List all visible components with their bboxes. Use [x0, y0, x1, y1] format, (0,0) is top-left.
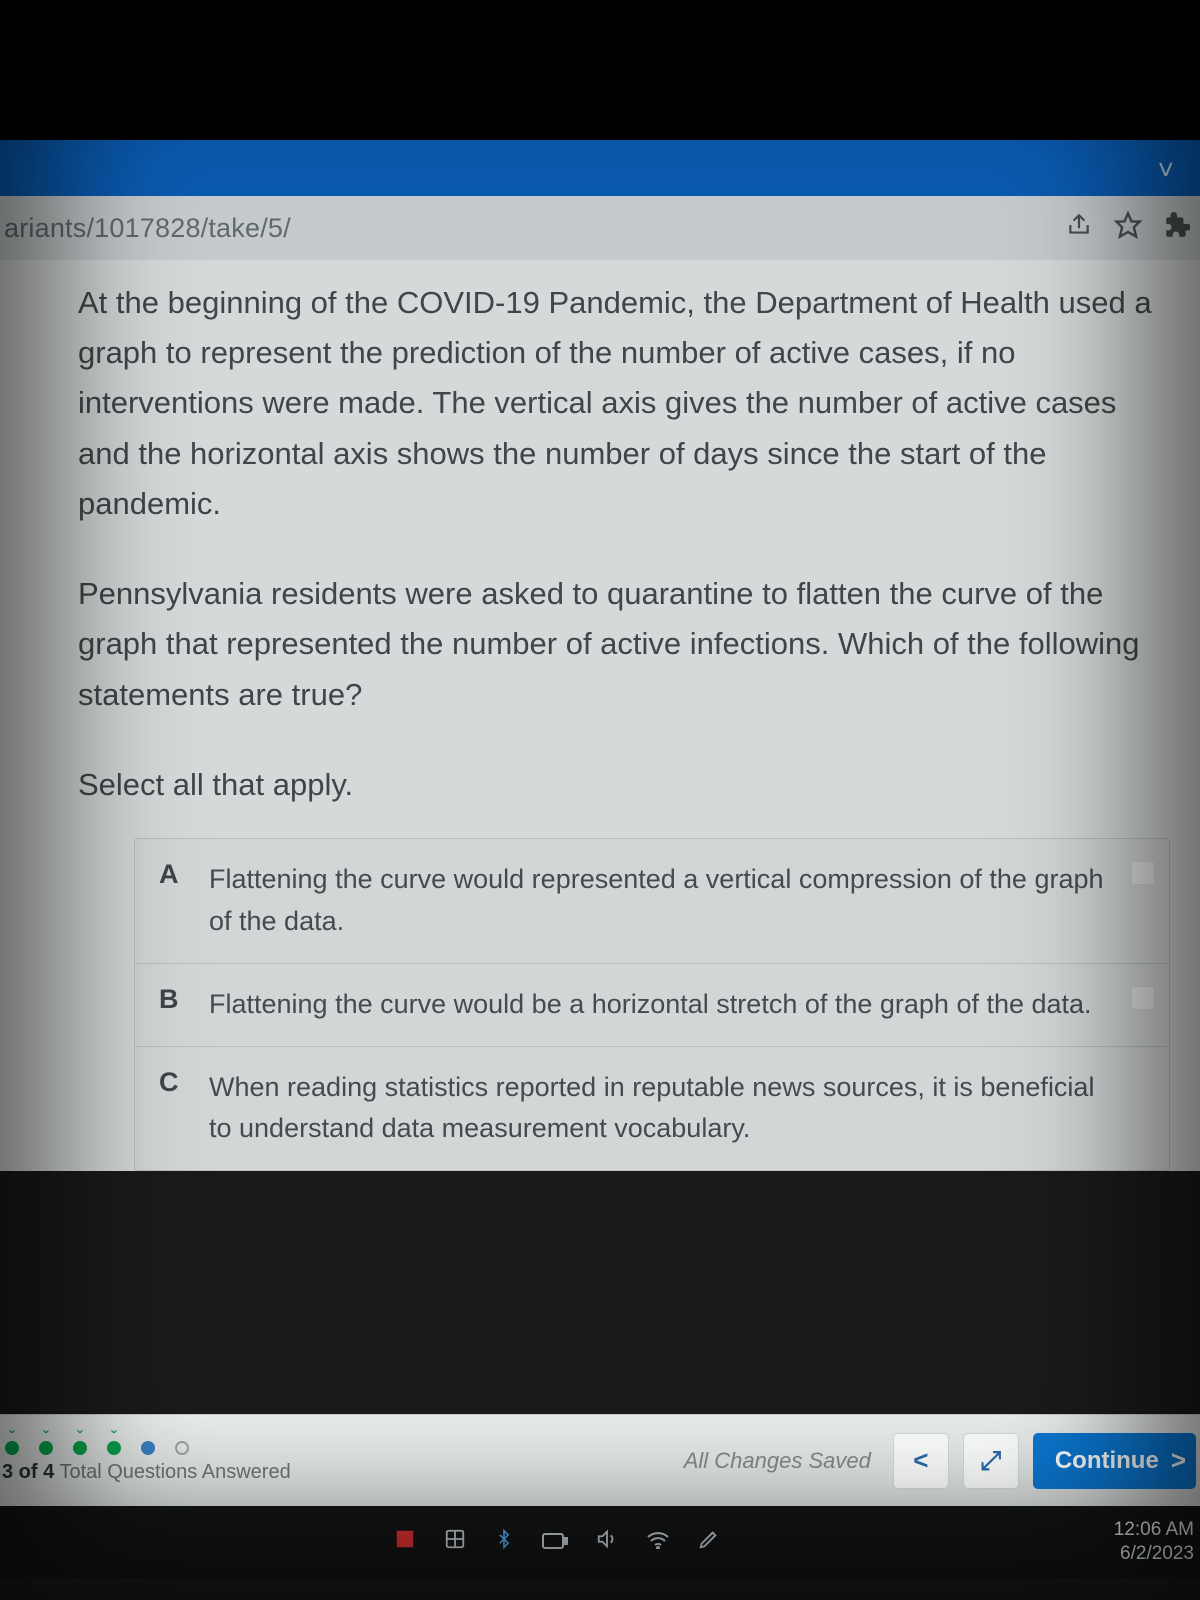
expand-button[interactable]: ⤢ [963, 1433, 1019, 1489]
address-bar-row: ariants/1017828/take/5/ [0, 196, 1200, 260]
option-text: Flattening the curve would represented a… [209, 859, 1119, 943]
app-icon[interactable] [444, 1528, 466, 1557]
extension-icon[interactable] [1164, 212, 1190, 245]
checkbox-icon[interactable] [1131, 861, 1155, 885]
save-status: All Changes Saved [684, 1448, 871, 1474]
previous-button[interactable]: < [893, 1433, 949, 1489]
progress-indicator: ˇ ˇ ˇ ˇ 3 of 4 Total Questions Answered [0, 1437, 291, 1484]
windows-taskbar: 12:06 AM 6/2/2023 [0, 1506, 1200, 1578]
option-letter: B [159, 984, 187, 1026]
star-icon[interactable] [1114, 211, 1142, 246]
chevron-right-icon: > [1171, 1445, 1186, 1476]
continue-label: Continue [1055, 1447, 1159, 1475]
option-a[interactable]: A Flattening the curve would represented… [135, 839, 1169, 964]
system-clock[interactable]: 12:06 AM 6/2/2023 [1114, 1518, 1200, 1566]
volume-icon[interactable] [596, 1528, 618, 1557]
progress-count: 3 of 4 Total Questions Answered [2, 1461, 291, 1484]
time-label: 12:06 AM [1114, 1518, 1194, 1542]
chevron-left-icon: < [913, 1445, 928, 1476]
option-c[interactable]: C When reading statistics reported in re… [135, 1047, 1169, 1171]
pen-icon[interactable] [698, 1528, 720, 1557]
question-paragraph-2: Pennsylvania residents were asked to qua… [78, 569, 1170, 720]
bluetooth-icon[interactable] [494, 1528, 514, 1556]
share-icon[interactable] [1066, 212, 1092, 245]
option-letter: C [159, 1067, 187, 1151]
question-paragraph-1: At the beginning of the COVID-19 Pandemi… [78, 278, 1170, 529]
option-text: Flattening the curve would be a horizont… [209, 984, 1092, 1026]
url-text[interactable]: ariants/1017828/take/5/ [0, 213, 1052, 244]
option-text: When reading statistics reported in repu… [209, 1067, 1119, 1151]
dot-current-icon [141, 1441, 155, 1455]
battery-icon[interactable] [542, 1528, 568, 1556]
question-instruction: Select all that apply. [78, 760, 1170, 810]
quiz-footer: ˇ ˇ ˇ ˇ 3 of 4 Total Questions Answered … [0, 1414, 1200, 1506]
answer-options: A Flattening the curve would represented… [134, 838, 1170, 1171]
window-titlebar: ˅ [0, 140, 1200, 196]
continue-button[interactable]: Continue > [1033, 1433, 1196, 1489]
progress-dots: ˇ ˇ ˇ ˇ [2, 1437, 291, 1459]
option-letter: A [159, 859, 187, 943]
app-icon[interactable] [394, 1528, 416, 1557]
chevron-down-icon[interactable]: ˅ [1158, 154, 1174, 186]
expand-icon: ⤢ [980, 1445, 1001, 1477]
checkbox-icon[interactable] [1131, 986, 1155, 1010]
question-page: At the beginning of the COVID-19 Pandemi… [0, 260, 1200, 1171]
date-label: 6/2/2023 [1114, 1542, 1194, 1566]
wifi-icon[interactable] [646, 1528, 670, 1556]
dot-unanswered-icon [175, 1441, 189, 1455]
option-b[interactable]: B Flattening the curve would be a horizo… [135, 964, 1169, 1047]
